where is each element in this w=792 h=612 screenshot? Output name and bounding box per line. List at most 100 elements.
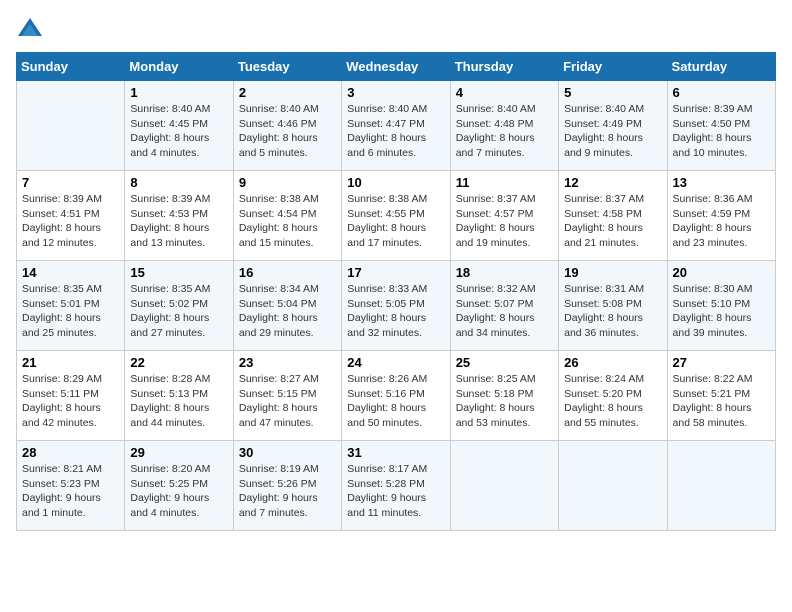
day-cell: 29 Sunrise: 8:20 AMSunset: 5:25 PMDaylig…: [125, 441, 233, 531]
day-number: 5: [564, 85, 661, 100]
day-cell: 18 Sunrise: 8:32 AMSunset: 5:07 PMDaylig…: [450, 261, 558, 351]
day-detail: Sunrise: 8:29 AMSunset: 5:11 PMDaylight:…: [22, 372, 119, 431]
day-cell: 9 Sunrise: 8:38 AMSunset: 4:54 PMDayligh…: [233, 171, 341, 261]
day-detail: Sunrise: 8:25 AMSunset: 5:18 PMDaylight:…: [456, 372, 553, 431]
day-cell: 26 Sunrise: 8:24 AMSunset: 5:20 PMDaylig…: [559, 351, 667, 441]
day-number: 18: [456, 265, 553, 280]
day-cell: 4 Sunrise: 8:40 AMSunset: 4:48 PMDayligh…: [450, 81, 558, 171]
day-detail: Sunrise: 8:21 AMSunset: 5:23 PMDaylight:…: [22, 462, 119, 521]
logo: [16, 16, 48, 44]
week-row-3: 14 Sunrise: 8:35 AMSunset: 5:01 PMDaylig…: [17, 261, 776, 351]
day-cell: 27 Sunrise: 8:22 AMSunset: 5:21 PMDaylig…: [667, 351, 775, 441]
day-detail: Sunrise: 8:36 AMSunset: 4:59 PMDaylight:…: [673, 192, 770, 251]
day-number: 30: [239, 445, 336, 460]
day-detail: Sunrise: 8:30 AMSunset: 5:10 PMDaylight:…: [673, 282, 770, 341]
day-detail: Sunrise: 8:39 AMSunset: 4:51 PMDaylight:…: [22, 192, 119, 251]
day-number: 17: [347, 265, 444, 280]
day-cell: 20 Sunrise: 8:30 AMSunset: 5:10 PMDaylig…: [667, 261, 775, 351]
day-number: 22: [130, 355, 227, 370]
day-number: 26: [564, 355, 661, 370]
day-cell: [559, 441, 667, 531]
day-detail: Sunrise: 8:26 AMSunset: 5:16 PMDaylight:…: [347, 372, 444, 431]
day-detail: Sunrise: 8:32 AMSunset: 5:07 PMDaylight:…: [456, 282, 553, 341]
header-saturday: Saturday: [667, 53, 775, 81]
day-detail: Sunrise: 8:40 AMSunset: 4:47 PMDaylight:…: [347, 102, 444, 161]
day-detail: Sunrise: 8:37 AMSunset: 4:57 PMDaylight:…: [456, 192, 553, 251]
day-detail: Sunrise: 8:40 AMSunset: 4:48 PMDaylight:…: [456, 102, 553, 161]
day-detail: Sunrise: 8:38 AMSunset: 4:54 PMDaylight:…: [239, 192, 336, 251]
day-cell: 31 Sunrise: 8:17 AMSunset: 5:28 PMDaylig…: [342, 441, 450, 531]
day-detail: Sunrise: 8:20 AMSunset: 5:25 PMDaylight:…: [130, 462, 227, 521]
day-cell: 12 Sunrise: 8:37 AMSunset: 4:58 PMDaylig…: [559, 171, 667, 261]
day-number: 7: [22, 175, 119, 190]
day-cell: 10 Sunrise: 8:38 AMSunset: 4:55 PMDaylig…: [342, 171, 450, 261]
day-cell: 25 Sunrise: 8:25 AMSunset: 5:18 PMDaylig…: [450, 351, 558, 441]
header-thursday: Thursday: [450, 53, 558, 81]
day-number: 1: [130, 85, 227, 100]
day-cell: 7 Sunrise: 8:39 AMSunset: 4:51 PMDayligh…: [17, 171, 125, 261]
page-header: [16, 16, 776, 44]
day-cell: 13 Sunrise: 8:36 AMSunset: 4:59 PMDaylig…: [667, 171, 775, 261]
day-cell: 24 Sunrise: 8:26 AMSunset: 5:16 PMDaylig…: [342, 351, 450, 441]
day-cell: 5 Sunrise: 8:40 AMSunset: 4:49 PMDayligh…: [559, 81, 667, 171]
day-detail: Sunrise: 8:27 AMSunset: 5:15 PMDaylight:…: [239, 372, 336, 431]
day-cell: 15 Sunrise: 8:35 AMSunset: 5:02 PMDaylig…: [125, 261, 233, 351]
day-number: 24: [347, 355, 444, 370]
week-row-5: 28 Sunrise: 8:21 AMSunset: 5:23 PMDaylig…: [17, 441, 776, 531]
day-cell: 11 Sunrise: 8:37 AMSunset: 4:57 PMDaylig…: [450, 171, 558, 261]
day-number: 31: [347, 445, 444, 460]
day-number: 12: [564, 175, 661, 190]
day-number: 21: [22, 355, 119, 370]
day-number: 14: [22, 265, 119, 280]
day-number: 16: [239, 265, 336, 280]
header-sunday: Sunday: [17, 53, 125, 81]
day-detail: Sunrise: 8:35 AMSunset: 5:01 PMDaylight:…: [22, 282, 119, 341]
day-number: 25: [456, 355, 553, 370]
day-cell: 19 Sunrise: 8:31 AMSunset: 5:08 PMDaylig…: [559, 261, 667, 351]
header-friday: Friday: [559, 53, 667, 81]
day-detail: Sunrise: 8:40 AMSunset: 4:49 PMDaylight:…: [564, 102, 661, 161]
day-cell: 22 Sunrise: 8:28 AMSunset: 5:13 PMDaylig…: [125, 351, 233, 441]
day-detail: Sunrise: 8:24 AMSunset: 5:20 PMDaylight:…: [564, 372, 661, 431]
day-detail: Sunrise: 8:35 AMSunset: 5:02 PMDaylight:…: [130, 282, 227, 341]
day-detail: Sunrise: 8:39 AMSunset: 4:53 PMDaylight:…: [130, 192, 227, 251]
day-cell: 23 Sunrise: 8:27 AMSunset: 5:15 PMDaylig…: [233, 351, 341, 441]
day-number: 2: [239, 85, 336, 100]
day-detail: Sunrise: 8:22 AMSunset: 5:21 PMDaylight:…: [673, 372, 770, 431]
day-cell: 21 Sunrise: 8:29 AMSunset: 5:11 PMDaylig…: [17, 351, 125, 441]
day-detail: Sunrise: 8:40 AMSunset: 4:45 PMDaylight:…: [130, 102, 227, 161]
day-cell: 2 Sunrise: 8:40 AMSunset: 4:46 PMDayligh…: [233, 81, 341, 171]
day-number: 27: [673, 355, 770, 370]
day-detail: Sunrise: 8:31 AMSunset: 5:08 PMDaylight:…: [564, 282, 661, 341]
calendar-header-row: SundayMondayTuesdayWednesdayThursdayFrid…: [17, 53, 776, 81]
day-cell: 17 Sunrise: 8:33 AMSunset: 5:05 PMDaylig…: [342, 261, 450, 351]
day-number: 15: [130, 265, 227, 280]
day-detail: Sunrise: 8:28 AMSunset: 5:13 PMDaylight:…: [130, 372, 227, 431]
day-cell: 14 Sunrise: 8:35 AMSunset: 5:01 PMDaylig…: [17, 261, 125, 351]
day-cell: 3 Sunrise: 8:40 AMSunset: 4:47 PMDayligh…: [342, 81, 450, 171]
day-cell: 30 Sunrise: 8:19 AMSunset: 5:26 PMDaylig…: [233, 441, 341, 531]
day-cell: 16 Sunrise: 8:34 AMSunset: 5:04 PMDaylig…: [233, 261, 341, 351]
day-cell: [450, 441, 558, 531]
day-cell: [17, 81, 125, 171]
header-monday: Monday: [125, 53, 233, 81]
day-detail: Sunrise: 8:33 AMSunset: 5:05 PMDaylight:…: [347, 282, 444, 341]
calendar-table: SundayMondayTuesdayWednesdayThursdayFrid…: [16, 52, 776, 531]
day-number: 6: [673, 85, 770, 100]
week-row-4: 21 Sunrise: 8:29 AMSunset: 5:11 PMDaylig…: [17, 351, 776, 441]
day-detail: Sunrise: 8:37 AMSunset: 4:58 PMDaylight:…: [564, 192, 661, 251]
day-number: 8: [130, 175, 227, 190]
day-detail: Sunrise: 8:34 AMSunset: 5:04 PMDaylight:…: [239, 282, 336, 341]
day-detail: Sunrise: 8:19 AMSunset: 5:26 PMDaylight:…: [239, 462, 336, 521]
day-cell: 6 Sunrise: 8:39 AMSunset: 4:50 PMDayligh…: [667, 81, 775, 171]
day-cell: [667, 441, 775, 531]
day-number: 29: [130, 445, 227, 460]
day-number: 3: [347, 85, 444, 100]
logo-icon: [16, 16, 44, 44]
day-cell: 8 Sunrise: 8:39 AMSunset: 4:53 PMDayligh…: [125, 171, 233, 261]
day-detail: Sunrise: 8:38 AMSunset: 4:55 PMDaylight:…: [347, 192, 444, 251]
header-tuesday: Tuesday: [233, 53, 341, 81]
day-number: 13: [673, 175, 770, 190]
day-number: 10: [347, 175, 444, 190]
day-number: 28: [22, 445, 119, 460]
